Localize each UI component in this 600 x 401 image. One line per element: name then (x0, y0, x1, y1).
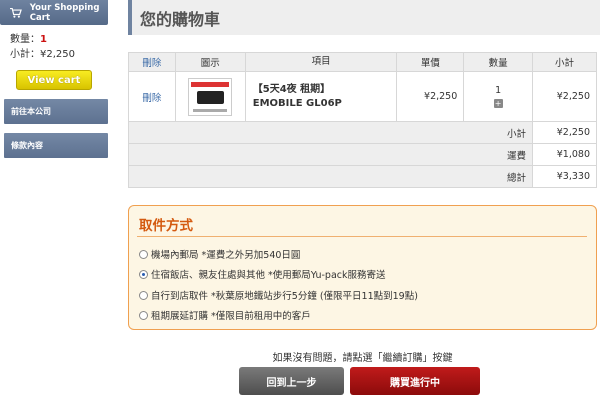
summary-value-total: ¥3,330 (532, 165, 597, 188)
radio-hotel[interactable] (139, 269, 148, 279)
cart-subtotal-value: ¥2,250 (40, 49, 75, 60)
delivery-option-extension[interactable]: 租期展延訂購 *僅限目前租用中的客戶 (139, 308, 311, 322)
delivery-method-divider (137, 236, 587, 237)
product-name: 【5天4夜 租期】 EMOBILE GL06P (244, 71, 398, 122)
sidebar-link-company[interactable]: 前往本公司 (4, 99, 108, 124)
delivery-option-airport[interactable]: 機場內郵局 *運費之外另加540日圓 (139, 247, 300, 261)
delivery-option-airport-label: 機場內郵局 *運費之外另加540日圓 (151, 250, 301, 261)
row-subtotal: ¥2,250 (532, 71, 597, 122)
sidebar-link-terms[interactable]: 條款內容 (4, 133, 108, 158)
cart-title: Your Shopping Cart (29, 2, 100, 23)
delivery-method-panel: 取件方式 機場內郵局 *運費之外另加540日圓 住宿飯店、親友住處與其他 *使用… (128, 205, 597, 330)
delete-link[interactable]: 刪除 (128, 71, 176, 122)
product-image-cell (174, 71, 246, 122)
col-header-item: 項目 (244, 52, 398, 72)
delivery-option-hotel-label: 住宿飯店、親友住處與其他 *使用郵局Yu-pack服務寄送 (151, 270, 386, 281)
main-content: 您的購物車 刪除 圖示 項目 單價 數量 小計 刪除 【5天4夜 租期】 EMO… (127, 0, 600, 395)
delivery-method-title: 取件方式 (139, 218, 193, 234)
cart-subtotal-row: 小計：¥2,250 (10, 47, 98, 62)
table-row: 刪除 【5天4夜 租期】 EMOBILE GL06P ¥2,250 1 + ¥2… (128, 71, 597, 122)
summary-label-shipping: 運費 (127, 143, 534, 166)
cart-table-header: 刪除 圖示 項目 單價 數量 小計 (128, 52, 597, 72)
cart-qty-value: 1 (40, 34, 47, 45)
summary-row-total: 總計 ¥3,330 (127, 165, 597, 188)
summary-row-subtotal: 小計 ¥2,250 (127, 121, 597, 144)
col-header-image: 圖示 (174, 52, 246, 72)
product-thumbnail[interactable] (188, 77, 233, 116)
col-header-delete: 刪除 (128, 52, 176, 72)
delivery-option-hotel[interactable]: 住宿飯店、親友住處與其他 *使用郵局Yu-pack服務寄送 (139, 267, 386, 281)
radio-airport[interactable] (139, 249, 148, 259)
cart-subtotal-label: 小計： (10, 49, 40, 60)
col-header-subtotal: 小計 (532, 52, 597, 72)
sidebar: Your Shopping Cart 數量：1 小計：¥2,250 View c… (0, 0, 108, 158)
page-title: 您的購物車 (128, 0, 600, 35)
col-header-price: 單價 (396, 52, 465, 72)
col-header-qty: 數量 (463, 52, 534, 72)
summary-row-shipping: 運費 ¥1,080 (127, 143, 597, 166)
cart-qty-label: 數量： (10, 34, 40, 45)
shopping-cart-icon (10, 7, 22, 18)
delivery-option-extension-label: 租期展延訂購 *僅限目前租用中的客戶 (151, 311, 311, 322)
cart-qty-row: 數量：1 (10, 32, 98, 47)
product-model: EMOBILE GL06P (252, 97, 342, 109)
radio-extension[interactable] (139, 310, 148, 320)
summary-value-subtotal: ¥2,250 (532, 121, 597, 144)
summary-label-total: 總計 (127, 165, 534, 188)
view-cart-button[interactable]: View cart (16, 70, 92, 90)
cart-summary: 數量：1 小計：¥2,250 (0, 25, 108, 62)
quantity-cell: 1 + (463, 71, 534, 122)
cart-header[interactable]: Your Shopping Cart (0, 0, 108, 25)
quantity-value: 1 (495, 84, 502, 96)
plus-icon[interactable]: + (493, 98, 503, 108)
radio-store-pickup[interactable] (139, 290, 148, 300)
summary-value-shipping: ¥1,080 (532, 143, 597, 166)
continue-order-button[interactable]: 購買進行中 (350, 367, 480, 395)
checkout-notice: 如果沒有問題，請點選「繼續訂購」按鍵 (272, 353, 453, 364)
delivery-option-store-pickup-label: 自行到店取件 *秋葉原地鐵站步行5分鐘 (僅限平日11點到19點) (151, 291, 418, 302)
back-button[interactable]: 回到上一步 (239, 367, 344, 395)
cart-table: 刪除 圖示 項目 單價 數量 小計 刪除 【5天4夜 租期】 EMOBILE G… (127, 52, 597, 188)
summary-label-subtotal: 小計 (127, 121, 534, 144)
delivery-option-store-pickup[interactable]: 自行到店取件 *秋葉原地鐵站步行5分鐘 (僅限平日11點到19點) (139, 288, 418, 302)
product-rental-period: 【5天4夜 租期】 (252, 83, 331, 95)
unit-price: ¥2,250 (396, 71, 465, 122)
